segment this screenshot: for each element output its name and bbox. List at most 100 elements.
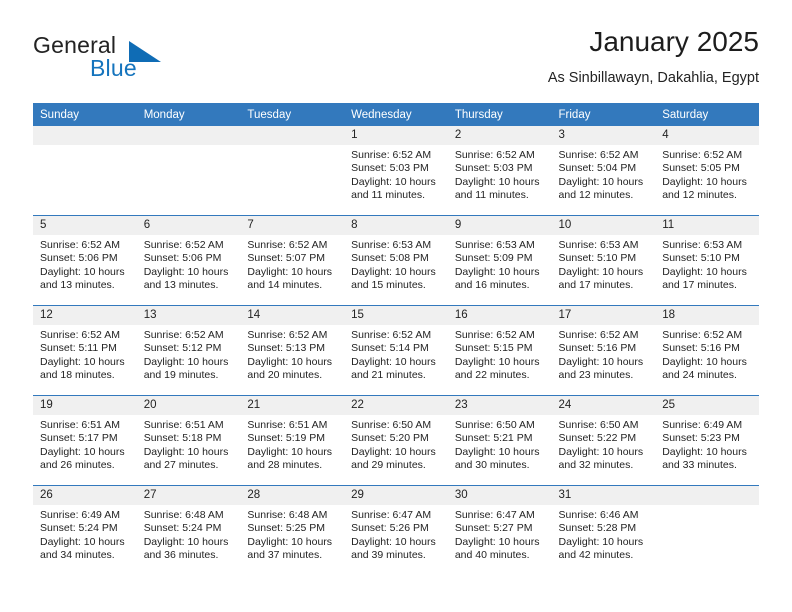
day-number: 27: [136, 486, 241, 505]
day-sunset-text: Sunset: 5:16 PM: [558, 342, 637, 355]
calendar-day-cell[interactable]: 5 Sunrise: 6:52 AM Sunset: 5:06 PM Daylight…: [33, 215, 137, 306]
general-blue-logo[interactable]: General Blue: [33, 32, 253, 90]
calendar-day-cell[interactable]: 16 Sunrise: 6:52 AM Sunset: 5:15 PM Dayligh…: [447, 305, 552, 396]
day-sunrise-text: Sunrise: 6:51 AM: [247, 419, 328, 431]
calendar-cell-empty: [136, 126, 241, 216]
day-details: Sunrise: 6:47 AM Sunset: 5:27 PM Daylight:…: [448, 505, 552, 563]
day-details: Sunrise: 6:51 AM Sunset: 5:18 PM Daylight:…: [137, 415, 241, 473]
calendar-day-cell[interactable]: 27 Sunrise: 6:48 AM Sunset: 5:24 PM Dayligh…: [136, 485, 241, 575]
day-details: [655, 505, 759, 509]
day-daylight1-text: Daylight: 10 hours: [454, 535, 540, 548]
day-daylight2-text: and 40 minutes.: [454, 549, 530, 562]
calendar-day-cell[interactable]: 23 Sunrise: 6:50 AM Sunset: 5:21 PM Dayligh…: [447, 395, 552, 486]
day-details: Sunrise: 6:52 AM Sunset: 5:11 PM Daylight:…: [33, 325, 137, 383]
day-details: Sunrise: 6:53 AM Sunset: 5:10 PM Daylight:…: [552, 235, 656, 293]
day-number: 31: [551, 486, 656, 505]
day-daylight2-text: and 30 minutes.: [454, 459, 530, 472]
calendar-day-cell[interactable]: 8 Sunrise: 6:53 AM Sunset: 5:08 PM Daylight…: [344, 215, 448, 306]
day-daylight1-text: Daylight: 10 hours: [351, 535, 436, 548]
day-details: Sunrise: 6:47 AM Sunset: 5:26 PM Daylight:…: [344, 505, 448, 563]
calendar-day-cell[interactable]: 17 Sunrise: 6:52 AM Sunset: 5:16 PM Dayligh…: [551, 305, 656, 396]
day-sunrise-text: Sunrise: 6:50 AM: [351, 419, 432, 431]
day-sunset-text: Sunset: 5:04 PM: [558, 162, 637, 175]
day-sunrise-text: Sunrise: 6:48 AM: [143, 509, 224, 521]
day-number: 8: [344, 216, 448, 235]
calendar-day-cell[interactable]: 11 Sunrise: 6:53 AM Sunset: 5:10 PM Dayligh…: [655, 215, 759, 306]
day-number: 17: [551, 306, 656, 325]
weekday-header-thursday: Thursday: [447, 103, 552, 126]
day-details: Sunrise: 6:52 AM Sunset: 5:06 PM Daylight:…: [33, 235, 137, 293]
day-details: Sunrise: 6:53 AM Sunset: 5:08 PM Daylight:…: [344, 235, 448, 293]
day-daylight1-text: Daylight: 10 hours: [662, 445, 747, 458]
day-number: 12: [33, 306, 137, 325]
calendar-day-cell[interactable]: 25 Sunrise: 6:49 AM Sunset: 5:23 PM Dayligh…: [655, 395, 759, 486]
calendar-week-row: 12 Sunrise: 6:52 AM Sunset: 5:11 PM Dayligh…: [33, 305, 759, 396]
day-sunset-text: Sunset: 5:09 PM: [454, 252, 533, 265]
day-number: 10: [551, 216, 656, 235]
day-daylight2-text: and 37 minutes.: [247, 549, 323, 562]
calendar-day-cell[interactable]: 21 Sunrise: 6:51 AM Sunset: 5:19 PM Dayligh…: [240, 395, 345, 486]
day-daylight2-text: and 19 minutes.: [143, 369, 219, 382]
calendar-day-cell[interactable]: 10 Sunrise: 6:53 AM Sunset: 5:10 PM Dayligh…: [551, 215, 656, 306]
calendar-day-cell[interactable]: 18 Sunrise: 6:52 AM Sunset: 5:16 PM Dayligh…: [655, 305, 759, 396]
day-sunrise-text: Sunrise: 6:52 AM: [558, 149, 639, 161]
calendar-day-cell[interactable]: 31 Sunrise: 6:46 AM Sunset: 5:28 PM Dayligh…: [551, 485, 656, 575]
calendar-day-cell[interactable]: 15 Sunrise: 6:52 AM Sunset: 5:14 PM Dayligh…: [344, 305, 448, 396]
day-daylight1-text: Daylight: 10 hours: [40, 445, 125, 458]
day-sunrise-text: Sunrise: 6:52 AM: [454, 149, 535, 161]
day-daylight2-text: and 36 minutes.: [143, 549, 219, 562]
calendar-day-cell[interactable]: 7 Sunrise: 6:52 AM Sunset: 5:07 PM Daylight…: [240, 215, 345, 306]
calendar-day-cell[interactable]: 29 Sunrise: 6:47 AM Sunset: 5:26 PM Dayligh…: [344, 485, 448, 575]
calendar-day-cell[interactable]: 6 Sunrise: 6:52 AM Sunset: 5:06 PM Daylight…: [136, 215, 241, 306]
day-daylight2-text: and 24 minutes.: [662, 369, 737, 382]
day-daylight1-text: Daylight: 10 hours: [558, 265, 644, 278]
day-details: [240, 145, 344, 149]
day-sunset-text: Sunset: 5:28 PM: [558, 522, 637, 535]
day-sunrise-text: Sunrise: 6:52 AM: [351, 149, 432, 161]
day-sunrise-text: Sunrise: 6:52 AM: [143, 329, 224, 341]
day-sunrise-text: Sunrise: 6:53 AM: [351, 239, 432, 251]
day-sunset-text: Sunset: 5:14 PM: [351, 342, 429, 355]
day-details: Sunrise: 6:52 AM Sunset: 5:05 PM Daylight:…: [655, 145, 759, 203]
calendar-cell-empty: [240, 126, 345, 216]
calendar-day-cell[interactable]: 19 Sunrise: 6:51 AM Sunset: 5:17 PM Dayligh…: [33, 395, 137, 486]
day-sunset-text: Sunset: 5:05 PM: [662, 162, 740, 175]
calendar-day-cell[interactable]: 14 Sunrise: 6:52 AM Sunset: 5:13 PM Dayligh…: [240, 305, 345, 396]
calendar-day-cell[interactable]: 20 Sunrise: 6:51 AM Sunset: 5:18 PM Dayligh…: [136, 395, 241, 486]
day-sunset-text: Sunset: 5:06 PM: [143, 252, 222, 265]
day-daylight2-text: and 12 minutes.: [662, 189, 737, 202]
calendar-day-cell[interactable]: 2 Sunrise: 6:52 AM Sunset: 5:03 PM Daylight…: [447, 126, 552, 216]
calendar-day-cell[interactable]: 26 Sunrise: 6:49 AM Sunset: 5:24 PM Dayligh…: [33, 485, 137, 575]
day-daylight2-text: and 15 minutes.: [351, 279, 426, 292]
calendar-day-cell[interactable]: 28 Sunrise: 6:48 AM Sunset: 5:25 PM Dayligh…: [240, 485, 345, 575]
day-sunset-text: Sunset: 5:07 PM: [247, 252, 326, 265]
day-daylight2-text: and 16 minutes.: [454, 279, 530, 292]
calendar-day-cell[interactable]: 22 Sunrise: 6:50 AM Sunset: 5:20 PM Dayligh…: [344, 395, 448, 486]
day-details: Sunrise: 6:50 AM Sunset: 5:20 PM Daylight:…: [344, 415, 448, 473]
day-daylight2-text: and 39 minutes.: [351, 549, 426, 562]
day-daylight1-text: Daylight: 10 hours: [662, 265, 747, 278]
day-sunset-text: Sunset: 5:24 PM: [143, 522, 222, 535]
calendar-page: General Blue January 2025 As Sinbillaway…: [0, 0, 792, 612]
calendar-day-cell[interactable]: 4 Sunrise: 6:52 AM Sunset: 5:05 PM Daylight…: [655, 126, 759, 216]
day-details: Sunrise: 6:48 AM Sunset: 5:25 PM Daylight:…: [240, 505, 344, 563]
day-details: Sunrise: 6:52 AM Sunset: 5:04 PM Daylight:…: [552, 145, 656, 203]
calendar-day-cell[interactable]: 24 Sunrise: 6:50 AM Sunset: 5:22 PM Dayligh…: [551, 395, 656, 486]
calendar-day-cell[interactable]: 1 Sunrise: 6:52 AM Sunset: 5:03 PM Daylight…: [344, 126, 448, 216]
calendar-day-cell[interactable]: 13 Sunrise: 6:52 AM Sunset: 5:12 PM Dayligh…: [136, 305, 241, 396]
day-sunrise-text: Sunrise: 6:52 AM: [247, 239, 328, 251]
calendar-day-cell[interactable]: 12 Sunrise: 6:52 AM Sunset: 5:11 PM Dayligh…: [33, 305, 137, 396]
calendar-day-cell[interactable]: 3 Sunrise: 6:52 AM Sunset: 5:04 PM Daylight…: [551, 126, 656, 216]
day-number: 5: [33, 216, 137, 235]
day-sunset-text: Sunset: 5:25 PM: [247, 522, 326, 535]
weekday-header-wednesday: Wednesday: [344, 103, 448, 126]
day-sunrise-text: Sunrise: 6:52 AM: [662, 329, 743, 341]
day-daylight1-text: Daylight: 10 hours: [662, 355, 747, 368]
calendar-day-cell[interactable]: 30 Sunrise: 6:47 AM Sunset: 5:27 PM Dayligh…: [447, 485, 552, 575]
day-details: Sunrise: 6:53 AM Sunset: 5:10 PM Daylight:…: [655, 235, 759, 293]
day-daylight2-text: and 17 minutes.: [662, 279, 737, 292]
day-number: 2: [447, 126, 552, 145]
calendar-day-cell[interactable]: 9 Sunrise: 6:53 AM Sunset: 5:09 PM Daylight…: [447, 215, 552, 306]
day-daylight1-text: Daylight: 10 hours: [247, 445, 333, 458]
day-details: Sunrise: 6:53 AM Sunset: 5:09 PM Daylight:…: [448, 235, 552, 293]
